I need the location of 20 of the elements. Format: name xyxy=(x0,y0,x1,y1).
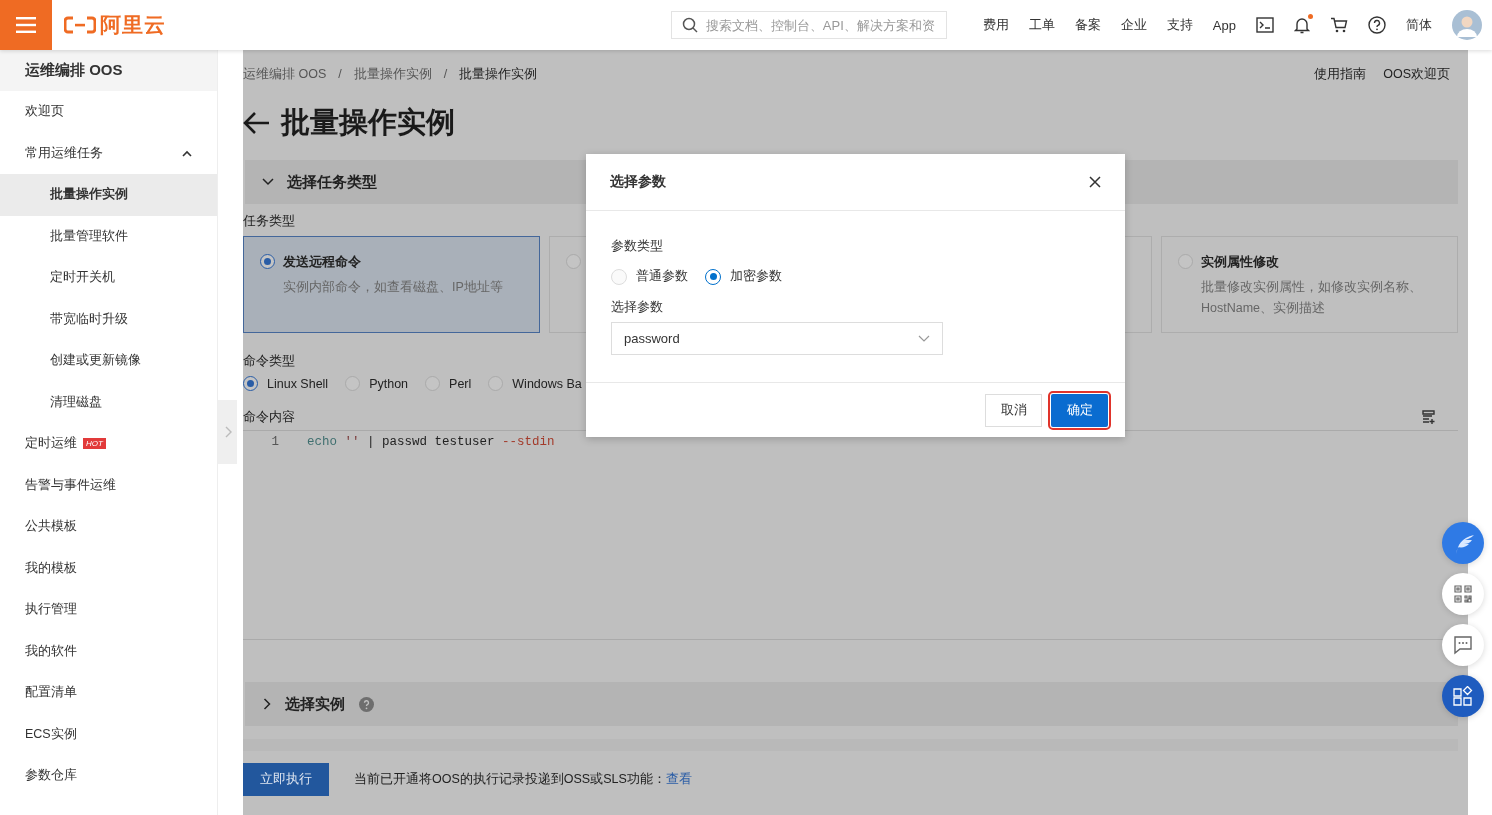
field-label: 命令内容 xyxy=(243,409,295,426)
field-label: 任务类型 xyxy=(243,213,296,230)
field-label: 选择参数 xyxy=(611,299,664,316)
dialog-title: 选择参数 xyxy=(610,173,666,191)
breadcrumb-separator: / xyxy=(338,67,342,81)
section-title: 选择实例 xyxy=(285,694,345,714)
notice-text: 当前已开通将OOS的执行记录投递到OSS或SLS功能： xyxy=(354,770,666,788)
card-title: 实例属性修改 xyxy=(1201,254,1280,271)
page-title: 批量操作实例 xyxy=(281,105,455,140)
breadcrumb-separator: / xyxy=(443,67,448,81)
section-title: 选择任务类型 xyxy=(287,172,377,192)
field-label: 命令类型 xyxy=(243,353,296,370)
field-label: 参数类型 xyxy=(611,238,664,255)
card-title: 发送远程命令 xyxy=(283,254,362,271)
card-description: 批量修改实例属性，如修改实例名称、HostName、实例描述 xyxy=(1201,279,1423,317)
code-line: echo '' | passwd testuser --stdin xyxy=(307,435,555,449)
line-number: 1 xyxy=(270,435,279,449)
card-description: 实例内部命令，如查看磁盘、IP地址等 xyxy=(283,279,503,296)
sidebar-title: 运维编排 OOS xyxy=(0,50,217,91)
hot-badge: HOT xyxy=(83,438,106,450)
